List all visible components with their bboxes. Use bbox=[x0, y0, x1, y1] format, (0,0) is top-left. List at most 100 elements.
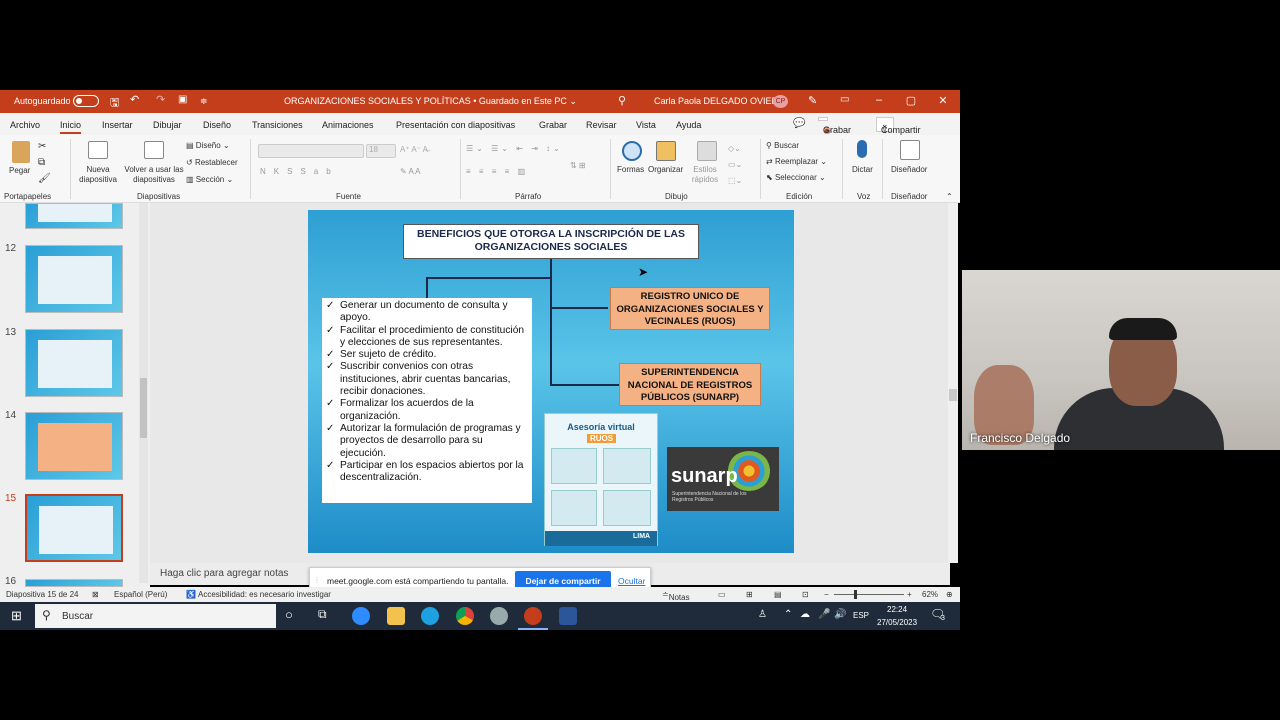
reading-view-icon[interactable]: ▤ bbox=[774, 590, 782, 599]
redo-icon[interactable]: ↷ bbox=[156, 93, 165, 106]
notes-toggle[interactable]: ≐ Notas bbox=[662, 590, 690, 602]
reset-button[interactable]: ↺ Restablecer bbox=[186, 158, 238, 167]
tab-ayuda[interactable]: Ayuda bbox=[676, 120, 701, 130]
align-buttons[interactable]: ≡ ≡ ≡ ≡ ▥ bbox=[466, 167, 528, 176]
arrange-button[interactable]: Organizar bbox=[648, 165, 683, 174]
zoom-app-icon[interactable] bbox=[352, 607, 370, 625]
language-indicator[interactable]: Español (Perú) bbox=[114, 590, 167, 599]
maximize-icon[interactable]: ▢ bbox=[904, 94, 918, 107]
close-icon[interactable]: ✕ bbox=[936, 94, 950, 107]
pen-icon[interactable]: ✎ bbox=[808, 94, 817, 107]
find-button[interactable]: ⚲ Buscar bbox=[766, 141, 799, 150]
shapes-icon[interactable] bbox=[622, 141, 642, 161]
shape-fill-icons[interactable]: ◇⌄ ▭⌄ ⬚⌄ bbox=[728, 141, 742, 189]
minimize-icon[interactable]: – bbox=[872, 94, 886, 106]
ribbon-display-icon[interactable]: ▭ bbox=[840, 94, 849, 105]
drag-handle-icon[interactable]: ⦙ bbox=[316, 575, 318, 586]
quick-styles-icon[interactable] bbox=[697, 141, 717, 161]
ruos-advisory-image[interactable]: Asesoría virtual RUOS LIMA bbox=[544, 413, 658, 546]
layout-button[interactable]: ▤ Diseño ⌄ bbox=[186, 141, 230, 150]
grow-font-icon[interactable]: A⁺ A⁻ A̶ bbox=[400, 145, 428, 154]
new-slide-button[interactable]: Nueva diapositiva bbox=[74, 165, 122, 185]
search-icon[interactable]: ⚲ bbox=[618, 94, 626, 107]
taskbar-search-box[interactable]: ⚲ Buscar bbox=[35, 604, 276, 628]
dictate-button[interactable]: Dictar bbox=[852, 165, 873, 174]
section-button[interactable]: ▥ Sección ⌄ bbox=[186, 175, 233, 184]
list-buttons[interactable]: ☰⌄ ☰⌄ ⇤ ⇥ ↕⌄ bbox=[466, 144, 563, 153]
tab-vista[interactable]: Vista bbox=[636, 120, 656, 130]
cloud-icon[interactable]: ☁ bbox=[800, 609, 810, 620]
edge-icon[interactable] bbox=[421, 607, 439, 625]
slide-sorter-icon[interactable]: ⊞ bbox=[746, 590, 753, 599]
clock-time[interactable]: 22:24 bbox=[887, 605, 907, 614]
sunarp-box[interactable]: SUPERINTENDENCIA NACIONAL DE REGISTROS P… bbox=[619, 363, 761, 406]
slideshow-icon[interactable]: ⊡ bbox=[802, 590, 809, 599]
chrome-icon[interactable] bbox=[456, 607, 474, 625]
record-button[interactable]: ◉ Grabar bbox=[818, 117, 851, 135]
tab-animaciones[interactable]: Animaciones bbox=[322, 120, 374, 130]
designer-icon[interactable] bbox=[900, 140, 920, 160]
tray-expand-icon[interactable]: ⌃ bbox=[784, 609, 792, 620]
paste-icon[interactable] bbox=[12, 141, 30, 163]
zoom-in-icon[interactable]: + bbox=[907, 590, 912, 599]
editor-scrollbar[interactable] bbox=[948, 203, 958, 563]
benefits-list[interactable]: Generar un documento de consulta y apoyo… bbox=[322, 298, 532, 503]
replace-button[interactable]: ⇄ Reemplazar ⌄ bbox=[766, 157, 827, 166]
clock-date[interactable]: 27/05/2023 bbox=[877, 618, 917, 627]
select-button[interactable]: ⬉ Seleccionar ⌄ bbox=[766, 173, 826, 182]
paste-label[interactable]: Pegar bbox=[9, 166, 30, 175]
tab-dibujar[interactable]: Dibujar bbox=[153, 120, 182, 130]
volume-icon[interactable]: 🔊 bbox=[834, 609, 846, 620]
tab-insertar[interactable]: Insertar bbox=[102, 120, 133, 130]
current-slide[interactable]: BENEFICIOS QUE OTORGA LA INSCRIPCIÓN DE … bbox=[308, 210, 794, 553]
quick-styles-button[interactable]: Estilos rápidos bbox=[688, 165, 722, 185]
tab-transiciones[interactable]: Transiciones bbox=[252, 120, 303, 130]
autosave-toggle[interactable] bbox=[73, 95, 99, 107]
reuse-slides-button[interactable]: Volver a usar las diapositivas bbox=[124, 165, 184, 185]
arrange-icon[interactable] bbox=[656, 141, 676, 161]
slide-thumbnail-13[interactable] bbox=[25, 329, 123, 397]
hide-share-bar-link[interactable]: Ocultar bbox=[618, 576, 645, 586]
tab-archivo[interactable]: Archivo bbox=[10, 120, 40, 130]
font-family-select[interactable] bbox=[258, 144, 364, 158]
thumbnail-scrollbar[interactable] bbox=[139, 203, 148, 583]
slide-thumbnail-12[interactable] bbox=[25, 245, 123, 313]
new-slide-icon[interactable] bbox=[88, 141, 108, 159]
file-explorer-icon[interactable] bbox=[387, 607, 405, 625]
sunarp-logo-image[interactable]: sunarp Superintendencia Nacional de los … bbox=[667, 447, 779, 511]
windows-start-icon[interactable]: ⊞ bbox=[11, 608, 22, 624]
cut-icon[interactable]: ✂ bbox=[38, 141, 46, 152]
comments-icon[interactable]: 💬 bbox=[793, 118, 805, 129]
microphone-icon[interactable] bbox=[857, 140, 867, 158]
tab-inicio[interactable]: Inicio bbox=[60, 120, 82, 134]
language-tray[interactable]: ESP bbox=[853, 611, 869, 620]
collapse-ribbon-icon[interactable]: ⌃ bbox=[946, 192, 953, 201]
undo-icon[interactable]: ↶ bbox=[130, 93, 139, 106]
participant-video-tile[interactable]: Francisco Delgado bbox=[962, 270, 1280, 450]
zoom-slider[interactable] bbox=[834, 594, 904, 595]
copy-icon[interactable]: ⧉ bbox=[38, 157, 45, 168]
text-direction-icon[interactable]: ⇅ ⊞ bbox=[570, 161, 586, 170]
slide-title[interactable]: BENEFICIOS QUE OTORGA LA INSCRIPCIÓN DE … bbox=[403, 224, 699, 259]
zoom-out-icon[interactable]: − bbox=[824, 590, 829, 599]
person-icon[interactable]: ♙ bbox=[758, 609, 767, 620]
format-painter-icon[interactable]: 🖌 bbox=[38, 173, 51, 184]
font-style-buttons[interactable]: NKSSab bbox=[260, 167, 339, 176]
slide-thumbnail-14[interactable] bbox=[25, 412, 123, 480]
spellcheck-icon[interactable]: ⊠ bbox=[92, 590, 99, 599]
task-view-icon[interactable]: ⧉ bbox=[318, 607, 327, 622]
tab-revisar[interactable]: Revisar bbox=[586, 120, 617, 130]
app-icon[interactable] bbox=[490, 607, 508, 625]
zoom-level[interactable]: 62% bbox=[922, 590, 938, 599]
present-icon[interactable]: ▣ bbox=[178, 94, 187, 105]
font-color-icon[interactable]: ✎ A A bbox=[400, 167, 421, 176]
accessibility-icon[interactable]: ♿ bbox=[186, 590, 196, 599]
ruos-box[interactable]: REGISTRO UNICO DE ORGANIZACIONES SOCIALE… bbox=[610, 287, 770, 330]
share-button[interactable]: ⇪ Compartir ⌄ bbox=[876, 117, 921, 135]
user-name[interactable]: Carla Paola DELGADO OVIEDO bbox=[654, 96, 785, 106]
shapes-button[interactable]: Formas bbox=[617, 165, 644, 174]
tab-grabar[interactable]: Grabar bbox=[539, 120, 567, 130]
mic-tray-icon[interactable]: 🎤 bbox=[818, 609, 830, 620]
slide-thumbnail-16[interactable] bbox=[25, 579, 123, 587]
word-icon[interactable] bbox=[559, 607, 577, 625]
